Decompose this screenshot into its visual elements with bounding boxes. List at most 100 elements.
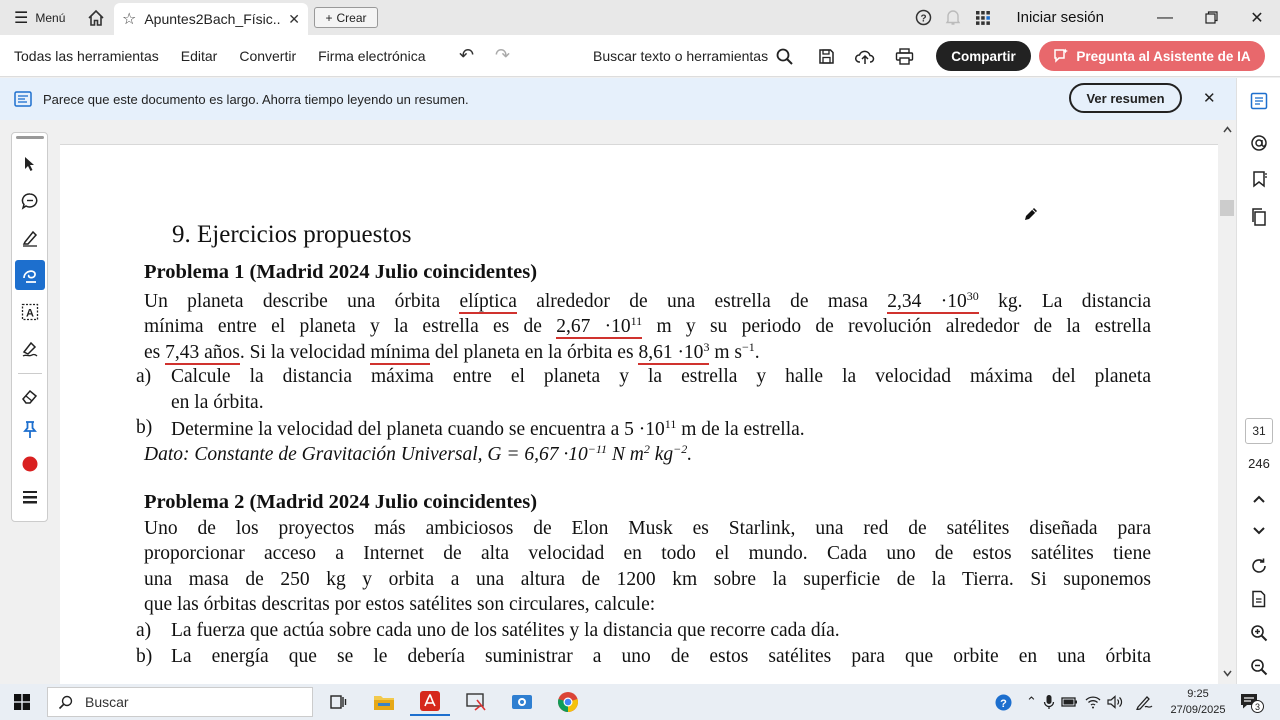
camera-app-icon[interactable]: [502, 688, 542, 716]
tools-divider: [18, 373, 42, 374]
fill-sign-icon[interactable]: [15, 334, 45, 364]
battery-icon[interactable]: [1061, 695, 1079, 709]
add-comment-icon[interactable]: [15, 186, 45, 216]
signin-link[interactable]: Iniciar sesión: [1016, 9, 1104, 26]
chevron-up-icon[interactable]: [1248, 488, 1270, 510]
menu-button[interactable]: ☰ Menú: [0, 0, 79, 35]
highlight-icon[interactable]: [15, 223, 45, 253]
save-icon[interactable]: [815, 45, 837, 67]
eraser-icon[interactable]: [15, 381, 45, 411]
color-picker-icon[interactable]: [15, 449, 45, 479]
apps-grid-icon[interactable]: [968, 0, 998, 35]
select-cursor-icon[interactable]: [15, 149, 45, 179]
scroll-down-icon[interactable]: [1223, 670, 1232, 677]
pencil-icon: [1025, 208, 1037, 220]
start-button[interactable]: [0, 684, 44, 720]
zoom-out-icon[interactable]: [1248, 656, 1270, 678]
document-tab[interactable]: ☆ Apuntes2Bach_Físic... ✕: [114, 3, 308, 35]
plus-icon: +: [325, 10, 333, 25]
problem-1-line-3: es 7,43 años. Si la velocidad mínima del…: [144, 340, 760, 365]
draw-freehand-icon[interactable]: [15, 260, 45, 290]
ai-assistant-icon: [1054, 48, 1069, 63]
close-icon: ✕: [1250, 9, 1264, 27]
home-button[interactable]: [79, 0, 113, 35]
pen-icon[interactable]: [1135, 694, 1153, 710]
microphone-icon[interactable]: [1043, 694, 1055, 710]
taskbar-search-placeholder: Buscar: [85, 694, 129, 710]
clock-time: 9:25: [1187, 688, 1209, 700]
close-tab-icon[interactable]: ✕: [288, 11, 300, 28]
chevron-down-icon[interactable]: [1248, 520, 1270, 542]
cloud-upload-icon[interactable]: [854, 45, 876, 67]
minimize-button[interactable]: —: [1142, 0, 1188, 35]
taskbar-search[interactable]: Buscar: [47, 687, 313, 717]
text-box-icon[interactable]: A: [15, 297, 45, 327]
menu-esign[interactable]: Firma electrónica: [307, 48, 436, 64]
volume-icon[interactable]: [1107, 695, 1123, 709]
print-icon[interactable]: [893, 45, 915, 67]
notification-center-icon[interactable]: 3: [1240, 692, 1264, 714]
file-explorer-icon[interactable]: [364, 688, 404, 716]
problem-2-item-a-letter: a): [136, 620, 152, 641]
create-label: Crear: [336, 10, 367, 25]
search-tools-button[interactable]: Buscar texto o herramientas: [593, 35, 793, 77]
search-tools-label: Buscar texto o herramientas: [593, 48, 769, 64]
windows-icon: [14, 694, 30, 710]
redo-icon[interactable]: ↷: [485, 45, 521, 66]
close-banner-icon[interactable]: ✕: [1203, 89, 1216, 107]
problem-1-item-a-letter: a): [136, 366, 152, 387]
problem-1-item-a-line-1: Calcule la distancia máxima entre el pla…: [171, 366, 1151, 387]
at-mention-icon[interactable]: [1248, 132, 1270, 154]
task-view-icon[interactable]: [318, 688, 358, 716]
problem-2-line-4: que las órbitas descritas por estos saté…: [144, 594, 656, 615]
ai-assistant-button[interactable]: Pregunta al Asistente de IA: [1039, 41, 1265, 71]
scroll-up-icon[interactable]: [1223, 126, 1232, 133]
close-window-button[interactable]: ✕: [1234, 0, 1280, 35]
comments-icon[interactable]: [1248, 90, 1270, 112]
search-icon: [58, 695, 73, 709]
star-icon[interactable]: ☆: [122, 9, 136, 29]
panel-grip[interactable]: [16, 136, 44, 139]
rotate-icon[interactable]: [1248, 555, 1270, 577]
bell-icon[interactable]: [938, 0, 968, 35]
taskbar: Buscar ? ⌃ 9:25 27/09/2025 3: [0, 684, 1280, 720]
acrobat-app-icon[interactable]: [410, 688, 450, 716]
help-icon[interactable]: ?: [908, 0, 938, 35]
share-button[interactable]: Compartir: [936, 41, 1031, 71]
problem-1-line-2: mínima entre el planeta y la estrella es…: [144, 314, 1152, 339]
problem-2-line-1: Uno de los proyectos más ambiciosos de E…: [144, 518, 1151, 539]
wifi-icon[interactable]: [1085, 695, 1101, 709]
menu-edit[interactable]: Editar: [170, 48, 229, 64]
menu-all-tools[interactable]: Todas las herramientas: [0, 48, 170, 64]
extract-page-icon[interactable]: [1248, 588, 1270, 610]
menu-convert[interactable]: Convertir: [228, 48, 307, 64]
system-tray: ? ⌃: [995, 684, 1153, 720]
summary-icon: [14, 91, 32, 107]
taskbar-clock[interactable]: 9:25 27/09/2025: [1166, 686, 1230, 718]
zoom-in-icon[interactable]: [1248, 622, 1270, 644]
restore-button[interactable]: [1188, 0, 1234, 35]
help-tray-icon[interactable]: ?: [995, 694, 1012, 711]
tab-title: Apuntes2Bach_Físic...: [144, 11, 281, 27]
undo-icon[interactable]: ↶: [449, 45, 485, 66]
problem-1-item-a-line-2: en la órbita.: [171, 392, 264, 413]
view-summary-button[interactable]: Ver resumen: [1069, 83, 1182, 113]
line-width-icon[interactable]: [15, 482, 45, 512]
create-button[interactable]: + Crear: [314, 7, 378, 28]
snipping-tool-icon[interactable]: [456, 688, 496, 716]
pdf-page: 9. Ejercicios propuestos Problema 1 (Mad…: [60, 144, 1218, 684]
pin-icon[interactable]: [15, 415, 45, 445]
tray-chevron-icon[interactable]: ⌃: [1026, 694, 1037, 710]
document-viewer[interactable]: 9. Ejercicios propuestos Problema 1 (Mad…: [48, 120, 1220, 684]
section-title: 9. Ejercicios propuestos: [172, 221, 412, 248]
chrome-icon[interactable]: [548, 688, 588, 716]
vertical-scrollbar[interactable]: [1220, 120, 1236, 684]
minimize-icon: —: [1157, 8, 1173, 26]
scroll-thumb[interactable]: [1220, 200, 1234, 216]
problem-2-item-a-text: La fuerza que actúa sobre cada uno de lo…: [171, 620, 840, 641]
problem-2-item-b-letter: b): [136, 646, 153, 667]
pages-icon[interactable]: [1248, 206, 1270, 228]
current-page-input[interactable]: 31: [1245, 418, 1273, 444]
problem-1-item-b-text: Determine la velocidad del planeta cuand…: [171, 417, 805, 440]
bookmark-icon[interactable]: [1248, 168, 1270, 190]
